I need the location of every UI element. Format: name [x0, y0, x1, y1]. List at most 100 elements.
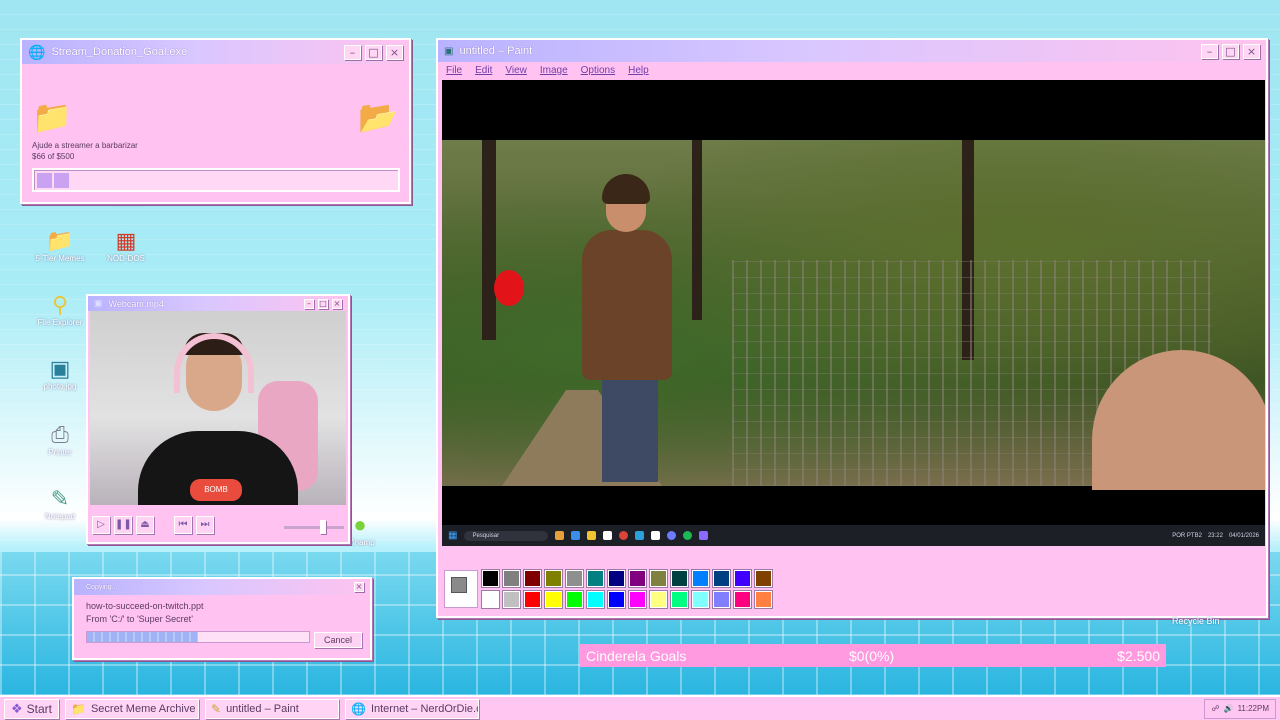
- taskbar-item-internet[interactable]: 🌐 Internet – NerdOrDie.com: [345, 698, 479, 719]
- desktop-icon-notepad[interactable]: ✎ Notepad: [30, 486, 90, 521]
- spotify-icon[interactable]: [683, 531, 693, 540]
- cancel-button[interactable]: Cancel: [314, 632, 362, 648]
- taskbar-item-paint[interactable]: ✎ untitled – Paint: [205, 698, 339, 719]
- progress-block: [37, 173, 52, 188]
- color-swatch[interactable]: [692, 591, 709, 608]
- color-swatch[interactable]: [587, 591, 604, 608]
- chrome-icon[interactable]: [619, 531, 629, 540]
- network-tray-icon[interactable]: ☍: [1211, 704, 1219, 713]
- taskbar-item-secret-meme-archive[interactable]: 📁 Secret Meme Archive: [65, 698, 199, 719]
- color-swatch[interactable]: [608, 570, 625, 587]
- copy-filename: how-to-succeed-on-twitch.ppt: [86, 601, 204, 611]
- file-icon[interactable]: [603, 531, 613, 540]
- menu-help[interactable]: Help: [628, 65, 649, 76]
- menu-edit[interactable]: Edit: [475, 65, 492, 76]
- titlebar[interactable]: 🌐 Stream_Donation_Goal.exe – □ ×: [22, 40, 409, 64]
- menu-view[interactable]: View: [505, 65, 527, 76]
- discord-icon[interactable]: [667, 531, 677, 540]
- menu-file[interactable]: File: [446, 65, 462, 76]
- color-swatch[interactable]: [671, 570, 688, 587]
- desktop-icon-printer[interactable]: ⎙ Printer: [30, 422, 90, 457]
- color-swatch[interactable]: [503, 591, 520, 608]
- donation-progress-bar: [32, 168, 400, 192]
- app-icon[interactable]: [635, 531, 645, 540]
- copying-dialog: Copying... × how-to-succeed-on-twitch.pp…: [72, 577, 372, 660]
- app-icon[interactable]: [571, 531, 581, 540]
- file-icon[interactable]: [651, 531, 661, 540]
- current-color: [444, 570, 478, 608]
- slider-knob[interactable]: [320, 520, 326, 534]
- minimize-button[interactable]: –: [304, 298, 314, 309]
- volume-slider[interactable]: [284, 520, 344, 534]
- desktop-icon-recycle-bin[interactable]: Recycle Bin: [1172, 616, 1220, 626]
- color-swatch[interactable]: [587, 570, 604, 587]
- color-swatch[interactable]: [629, 591, 646, 608]
- maximize-button[interactable]: □: [1222, 43, 1239, 59]
- color-swatch[interactable]: [650, 570, 667, 587]
- menu-image[interactable]: Image: [540, 65, 568, 76]
- titlebar[interactable]: Copying... ×: [74, 579, 370, 595]
- desktop-icon-file-explorer[interactable]: ⚲ File Explorer: [30, 292, 90, 327]
- maximize-button[interactable]: □: [318, 298, 328, 309]
- paint-canvas[interactable]: ▦ Pesquisar POR PTB2 23:22 04/01/2026: [442, 80, 1265, 546]
- color-swatch[interactable]: [629, 570, 646, 587]
- inner-lang: POR PTB2: [1172, 532, 1202, 539]
- window-title: Copying...: [86, 583, 118, 591]
- color-swatch[interactable]: [545, 591, 562, 608]
- previous-icon[interactable]: ⏮: [174, 516, 192, 534]
- close-button[interactable]: ×: [354, 582, 364, 592]
- titlebar[interactable]: ▣ untitled – Paint – □ ×: [438, 40, 1266, 62]
- inner-date: 04/01/2026: [1228, 532, 1259, 539]
- color-palette: [444, 570, 772, 608]
- shirt-logo: BOMB: [190, 479, 242, 501]
- color-swatch[interactable]: [755, 570, 772, 587]
- color-swatch[interactable]: [608, 591, 625, 608]
- color-swatch[interactable]: [713, 591, 730, 608]
- pause-icon[interactable]: ❚❚: [114, 516, 132, 534]
- close-button[interactable]: ×: [332, 298, 342, 309]
- color-swatch[interactable]: [692, 570, 709, 587]
- close-button[interactable]: ×: [1243, 43, 1260, 59]
- media-icon: ▣: [94, 298, 103, 308]
- maximize-button[interactable]: □: [365, 44, 382, 60]
- color-swatch[interactable]: [524, 570, 541, 587]
- menu-options[interactable]: Options: [581, 65, 615, 76]
- desktop-icon-5-tier-memes[interactable]: 📁 5-Tier Memes: [30, 228, 90, 263]
- play-icon[interactable]: ▷: [92, 516, 110, 534]
- copy-progress-bar: [86, 631, 310, 643]
- folder-icon[interactable]: [587, 531, 597, 540]
- color-swatch[interactable]: [566, 570, 583, 587]
- app-icon[interactable]: [699, 531, 709, 540]
- close-button[interactable]: ×: [386, 44, 403, 60]
- color-swatch[interactable]: [734, 570, 751, 587]
- next-icon[interactable]: ⏭: [196, 516, 214, 534]
- desktop-icon-nod-dos[interactable]: ▦ NOD-DOS: [96, 228, 156, 263]
- minimize-button[interactable]: –: [344, 44, 361, 60]
- color-swatch[interactable]: [734, 591, 751, 608]
- color-swatch[interactable]: [503, 570, 520, 587]
- titlebar[interactable]: ▣ Webcam.mp4 – □ ×: [88, 296, 348, 311]
- color-swatch[interactable]: [650, 591, 667, 608]
- actress-hair: [602, 174, 650, 204]
- color-swatch[interactable]: [713, 570, 730, 587]
- color-swatch[interactable]: [524, 591, 541, 608]
- volume-icon[interactable]: 🔊: [1224, 704, 1234, 713]
- desktop-icon-photo[interactable]: ▣ photo.jpg: [30, 356, 90, 391]
- start-button[interactable]: ❖ Start: [4, 698, 59, 719]
- desktop-icon-label: NOD-DOS: [107, 254, 145, 263]
- windows-logo-icon[interactable]: ▦: [448, 530, 457, 541]
- color-swatch[interactable]: [482, 591, 499, 608]
- minimize-button[interactable]: –: [1201, 43, 1218, 59]
- inner-search-box[interactable]: Pesquisar: [464, 530, 549, 541]
- color-swatch[interactable]: [755, 591, 772, 608]
- color-swatch[interactable]: [545, 570, 562, 587]
- paint-icon: ✎: [211, 701, 222, 716]
- color-swatch[interactable]: [482, 570, 499, 587]
- start-logo-icon: ❖: [11, 700, 23, 716]
- color-swatch[interactable]: [671, 591, 688, 608]
- app-icon[interactable]: [555, 531, 565, 540]
- task-label: Internet – NerdOrDie.com: [370, 702, 478, 715]
- desktop-icon-label: Printer: [48, 448, 72, 457]
- eject-icon[interactable]: ⏏: [136, 516, 154, 534]
- color-swatch[interactable]: [566, 591, 583, 608]
